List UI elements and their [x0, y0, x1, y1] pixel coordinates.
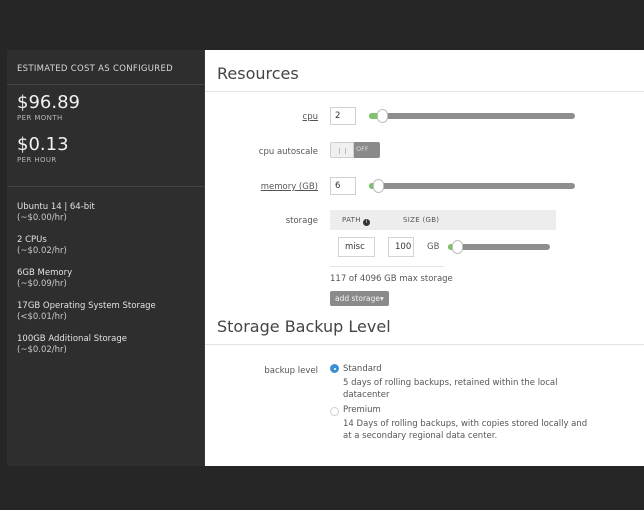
line-item-label: 6GB Memory: [17, 268, 73, 278]
storage-path-input[interactable]: misc: [338, 237, 375, 257]
line-item-cpu: 2 CPUs (~$0.02/hr): [17, 235, 197, 257]
line-item-cost: (<$0.01/hr): [17, 312, 67, 322]
line-item-os-storage: 17GB Operating System Storage (<$0.01/hr…: [17, 301, 197, 323]
memory-label[interactable]: memory (GB): [261, 182, 318, 192]
cost-summary-panel: ESTIMATED COST AS CONFIGURED $96.89 PER …: [7, 50, 205, 466]
footer-bar: [0, 466, 644, 510]
divider: [205, 344, 644, 345]
backup-premium-radio[interactable]: [330, 407, 339, 416]
memory-slider-handle[interactable]: [373, 179, 385, 193]
backup-level-label: backup level: [264, 366, 318, 376]
cpu-autoscale-label: cpu autoscale: [258, 147, 318, 157]
cost-line-items: Ubuntu 14 | 64-bit (~$0.00/hr) 2 CPUs (~…: [17, 202, 197, 367]
storage-path-header: PATH i: [342, 216, 371, 226]
backup-premium-desc: 14 Days of rolling backups, with copies …: [343, 419, 588, 441]
hourly-price: $0.13: [17, 134, 69, 155]
storage-slider[interactable]: [448, 240, 550, 254]
backup-title: Storage Backup Level: [217, 317, 391, 336]
line-item-cost: (~$0.00/hr): [17, 213, 67, 223]
storage-size-header: SIZE (GB): [403, 216, 440, 224]
divider: [330, 266, 444, 267]
hourly-price-block: $0.13 PER HOUR: [17, 134, 69, 165]
monthly-price: $96.89: [17, 92, 80, 113]
divider: [205, 91, 644, 92]
storage-table-header: PATH i SIZE (GB): [330, 210, 556, 230]
storage-path-header-text: PATH: [342, 216, 361, 224]
line-item-cost: (~$0.02/hr): [17, 246, 67, 256]
cpu-label[interactable]: cpu: [303, 112, 318, 122]
resources-title: Resources: [217, 64, 299, 83]
info-icon[interactable]: i: [363, 219, 371, 226]
line-item-label: 17GB Operating System Storage: [17, 301, 156, 311]
toggle-state: OFF: [356, 145, 369, 153]
monthly-price-unit: PER MONTH: [17, 114, 63, 122]
divider: [7, 84, 204, 85]
memory-input[interactable]: 6: [330, 177, 356, 195]
cpu-autoscale-toggle[interactable]: OFF: [330, 142, 380, 158]
line-item-cost: (~$0.02/hr): [17, 345, 67, 355]
line-item-label: 2 CPUs: [17, 235, 47, 245]
line-item-label: Ubuntu 14 | 64-bit: [17, 202, 95, 212]
monthly-price-block: $96.89 PER MONTH: [17, 92, 80, 123]
toggle-on-side: [330, 142, 354, 158]
line-item-additional-storage: 100GB Additional Storage (~$0.02/hr): [17, 334, 197, 356]
storage-label: storage: [285, 216, 318, 226]
hourly-price-unit: PER HOUR: [17, 156, 57, 164]
cpu-slider-handle[interactable]: [377, 109, 389, 123]
backup-standard-title[interactable]: Standard: [343, 364, 382, 374]
add-storage-button[interactable]: add storage▾: [330, 291, 389, 306]
max-storage-text: 117 of 4096 GB max storage: [330, 274, 453, 284]
cpu-input[interactable]: 2: [330, 107, 356, 125]
toggle-grip-icon: [339, 148, 346, 154]
line-item-label: 100GB Additional Storage: [17, 334, 127, 344]
storage-slider-handle[interactable]: [452, 240, 464, 254]
line-item-os: Ubuntu 14 | 64-bit (~$0.00/hr): [17, 202, 197, 224]
backup-standard-radio[interactable]: [330, 364, 339, 373]
line-item-memory: 6GB Memory (~$0.09/hr): [17, 268, 197, 290]
storage-size-input[interactable]: 100: [388, 237, 414, 257]
backup-premium-title[interactable]: Premium: [343, 405, 381, 415]
line-item-cost: (~$0.09/hr): [17, 279, 67, 289]
storage-unit: GB: [427, 242, 440, 252]
divider: [7, 186, 204, 187]
cost-summary-title: ESTIMATED COST AS CONFIGURED: [17, 64, 173, 74]
cpu-slider[interactable]: [369, 109, 575, 123]
memory-slider[interactable]: [369, 179, 575, 193]
backup-standard-desc: 5 days of rolling backups, retained with…: [343, 378, 558, 400]
configuration-panel: Resources cpu 2 cpu autoscale OFF memory…: [205, 50, 644, 466]
